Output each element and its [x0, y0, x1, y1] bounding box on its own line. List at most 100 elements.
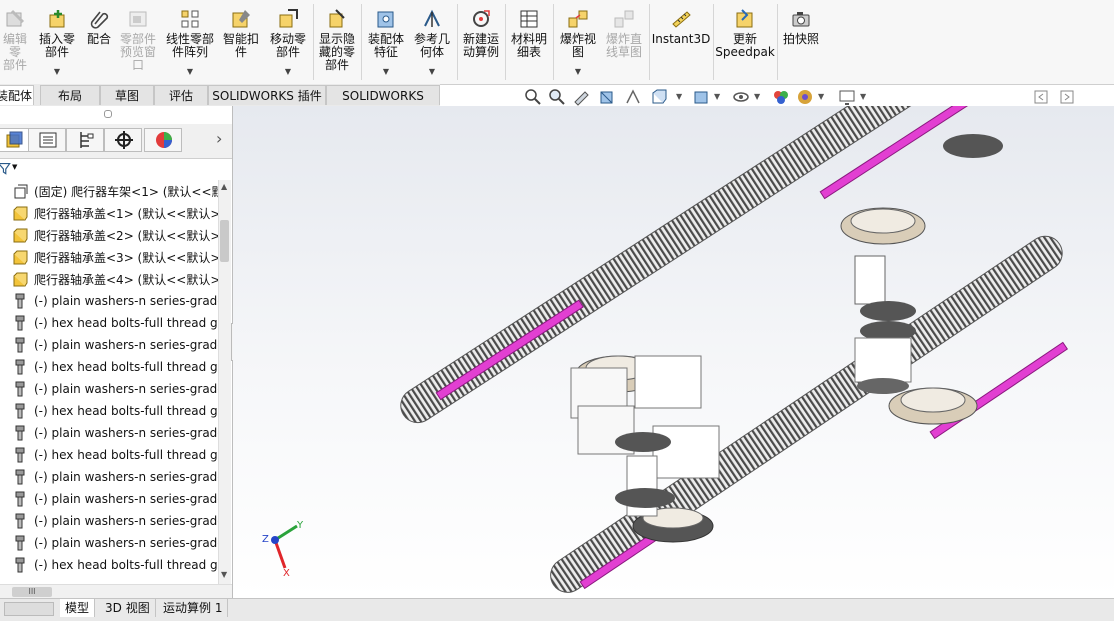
fixed-subassembly-icon: [14, 184, 28, 199]
tree-item[interactable]: (-) hex head bolts-full thread gr: [0, 400, 218, 422]
tab-motion-study-1[interactable]: 运动算例 1: [158, 599, 229, 617]
chevron-down-icon[interactable]: ▼: [818, 92, 824, 101]
explode-line-sketch-button[interactable]: 爆炸直 线草图: [602, 4, 646, 80]
hide-show-items-icon[interactable]: [732, 88, 750, 106]
apply-scene-icon[interactable]: [796, 88, 814, 106]
chevron-down-icon[interactable]: ▼: [285, 65, 291, 78]
tree-item[interactable]: 爬行器轴承盖<1> (默认<<默认>_: [0, 202, 218, 224]
update-speedpak-button[interactable]: 更新 Speedpak: [715, 4, 775, 80]
ribbon-separator: [505, 4, 506, 80]
crawler-assembly-model[interactable]: Y X Z: [233, 106, 1114, 598]
configurationmanager-tab[interactable]: [66, 128, 104, 152]
chevron-down-icon[interactable]: ▼: [12, 163, 17, 171]
linear-pattern-icon: [181, 10, 199, 28]
tree-horizontal-scrollbar[interactable]: III: [0, 584, 232, 599]
featuremanager-icon: [6, 131, 23, 148]
show-hidden-components-button[interactable]: 显示隐 藏的零 部件: [316, 4, 358, 80]
scroll-up-arrow-icon[interactable]: ▲: [221, 182, 227, 191]
chevron-down-icon[interactable]: ▼: [860, 92, 866, 101]
part-icon: [13, 206, 28, 221]
tab-scroll-arrows[interactable]: [4, 602, 54, 616]
chevron-down-icon[interactable]: ▼: [383, 65, 389, 78]
dynamic-annotation-icon[interactable]: [624, 88, 642, 106]
ribbon-separator: [553, 4, 554, 80]
tree-item[interactable]: (-) plain washers-n series-grade: [0, 466, 218, 488]
display-style-icon[interactable]: [692, 88, 710, 106]
tree-item-label: 爬行器轴承盖<2> (默认<<默认>_: [34, 228, 218, 243]
tree-item-label: 爬行器轴承盖<4> (默认<<默认>_: [34, 272, 218, 287]
tree-item[interactable]: (-) plain washers-n series-grade: [0, 290, 218, 312]
tree-item[interactable]: 爬行器轴承盖<4> (默认<<默认>_: [0, 268, 218, 290]
dimxpert-tab[interactable]: [104, 128, 142, 152]
scroll-down-arrow-icon[interactable]: ▼: [221, 570, 227, 579]
chevron-down-icon[interactable]: ▼: [714, 92, 720, 101]
smart-fasteners-button[interactable]: 智能扣件: [220, 4, 262, 80]
tree-item[interactable]: (-) plain washers-n series-grade: [0, 510, 218, 532]
tree-item[interactable]: (-) plain washers-n series-grade: [0, 532, 218, 554]
assembly-features-button[interactable]: 装配体 特征 ▼: [364, 4, 408, 80]
tree-item[interactable]: (-) hex head bolts-full thread gr: [0, 356, 218, 378]
tab-solidworks-addins[interactable]: SOLIDWORKS 插件: [208, 85, 326, 105]
tree-item[interactable]: 爬行器轴承盖<2> (默认<<默认>_: [0, 224, 218, 246]
tree-item[interactable]: (固定) 爬行器车架<1> (默认<<默: [0, 180, 218, 202]
bill-of-materials-button[interactable]: 材料明 细表: [508, 4, 550, 80]
tab-solidworks-mbd[interactable]: SOLIDWORKS MBD: [326, 85, 440, 123]
tab-3d-views[interactable]: 3D 视图: [100, 599, 156, 617]
propertymanager-tab[interactable]: [28, 128, 66, 152]
component-preview-window-button[interactable]: 零部件 预览窗口: [116, 4, 160, 80]
edit-appearance-icon[interactable]: [772, 88, 790, 106]
zoom-to-fit-icon[interactable]: [524, 88, 542, 106]
snapshot-button[interactable]: 拍快照: [780, 4, 822, 80]
chevron-down-icon[interactable]: ▼: [429, 65, 435, 78]
tree-item[interactable]: (-) plain washers-n series-grade: [0, 334, 218, 356]
graphics-area[interactable]: Y X Z: [233, 106, 1114, 598]
tab-sketch[interactable]: 草图: [100, 85, 154, 105]
section-view-icon[interactable]: [598, 88, 616, 106]
tree-item[interactable]: (-) hex head bolts-full thread gr: [0, 312, 218, 334]
tab-evaluate[interactable]: 评估: [154, 85, 208, 105]
tab-assembly[interactable]: 装配体: [0, 85, 34, 105]
view-settings-icon[interactable]: [838, 88, 856, 106]
tab-layout[interactable]: 布局: [40, 85, 100, 105]
chevron-down-icon[interactable]: ▼: [187, 65, 193, 78]
instant3d-button[interactable]: Instant3D: [652, 4, 710, 80]
filter-icon[interactable]: [0, 162, 12, 176]
tab-model[interactable]: 模型: [60, 599, 96, 617]
exploded-view-button[interactable]: 爆炸视图 ▼: [556, 4, 600, 80]
toolbox-fastener-icon: [15, 359, 25, 375]
insert-component-button[interactable]: 插入零 部件 ▼: [36, 4, 78, 80]
linear-pattern-button[interactable]: 线性零部 件阵列 ▼: [164, 4, 216, 80]
tree-vertical-scrollbar[interactable]: ▲ ▼: [218, 180, 231, 584]
chevron-down-icon[interactable]: ▼: [754, 92, 760, 101]
view-orientation-icon[interactable]: [650, 88, 668, 106]
move-component-button[interactable]: 移动零 部件 ▼: [266, 4, 310, 80]
tree-item[interactable]: (-) hex head bolts-full thread gr: [0, 554, 218, 576]
tree-item[interactable]: (-) plain washers-n series-grade: [0, 378, 218, 400]
chevron-down-icon[interactable]: ▼: [54, 65, 60, 78]
model-view-tabs: 模型 3D 视图 运动算例 1: [0, 598, 1114, 621]
viewport-restore-icon[interactable]: [1032, 88, 1050, 106]
reference-geometry-button[interactable]: 参考几 何体 ▼: [410, 4, 454, 80]
zoom-area-icon[interactable]: [548, 88, 566, 106]
mate-button[interactable]: 配合: [82, 4, 116, 80]
panel-grip-dot[interactable]: [104, 110, 112, 118]
mate-paperclip-icon: [90, 11, 109, 29]
previous-view-icon[interactable]: [572, 88, 590, 106]
viewport-expand-icon[interactable]: [1058, 88, 1076, 106]
featuremanager-tab[interactable]: [0, 128, 30, 152]
scrollbar-thumb[interactable]: [220, 220, 229, 262]
scrollbar-thumb[interactable]: III: [12, 587, 52, 597]
tree-item[interactable]: (-) hex head bolts-full thread gr: [0, 444, 218, 466]
tree-item[interactable]: 爬行器轴承盖<3> (默认<<默认>_: [0, 246, 218, 268]
tree-item[interactable]: (-) plain washers-n series-grade: [0, 488, 218, 510]
chevron-right-icon[interactable]: ›: [216, 129, 222, 148]
chevron-down-icon[interactable]: ▼: [676, 92, 682, 101]
new-motion-study-button[interactable]: 新建运 动算例: [460, 4, 502, 80]
tree-item[interactable]: (-) plain washers-n series-grade: [0, 422, 218, 444]
feature-manager-panel: › ▼ (固定) 爬行器车架<1> (默认<<默爬行器轴承盖<1> (默认<<默…: [0, 106, 233, 600]
edit-component-button[interactable]: 编辑零 部件: [0, 4, 30, 80]
tree-item-label: (固定) 爬行器车架<1> (默认<<默: [34, 184, 218, 199]
tree-item-label: (-) hex head bolts-full thread gr: [34, 558, 218, 572]
displaymanager-tab[interactable]: [144, 128, 182, 152]
chevron-down-icon[interactable]: ▼: [575, 65, 581, 78]
